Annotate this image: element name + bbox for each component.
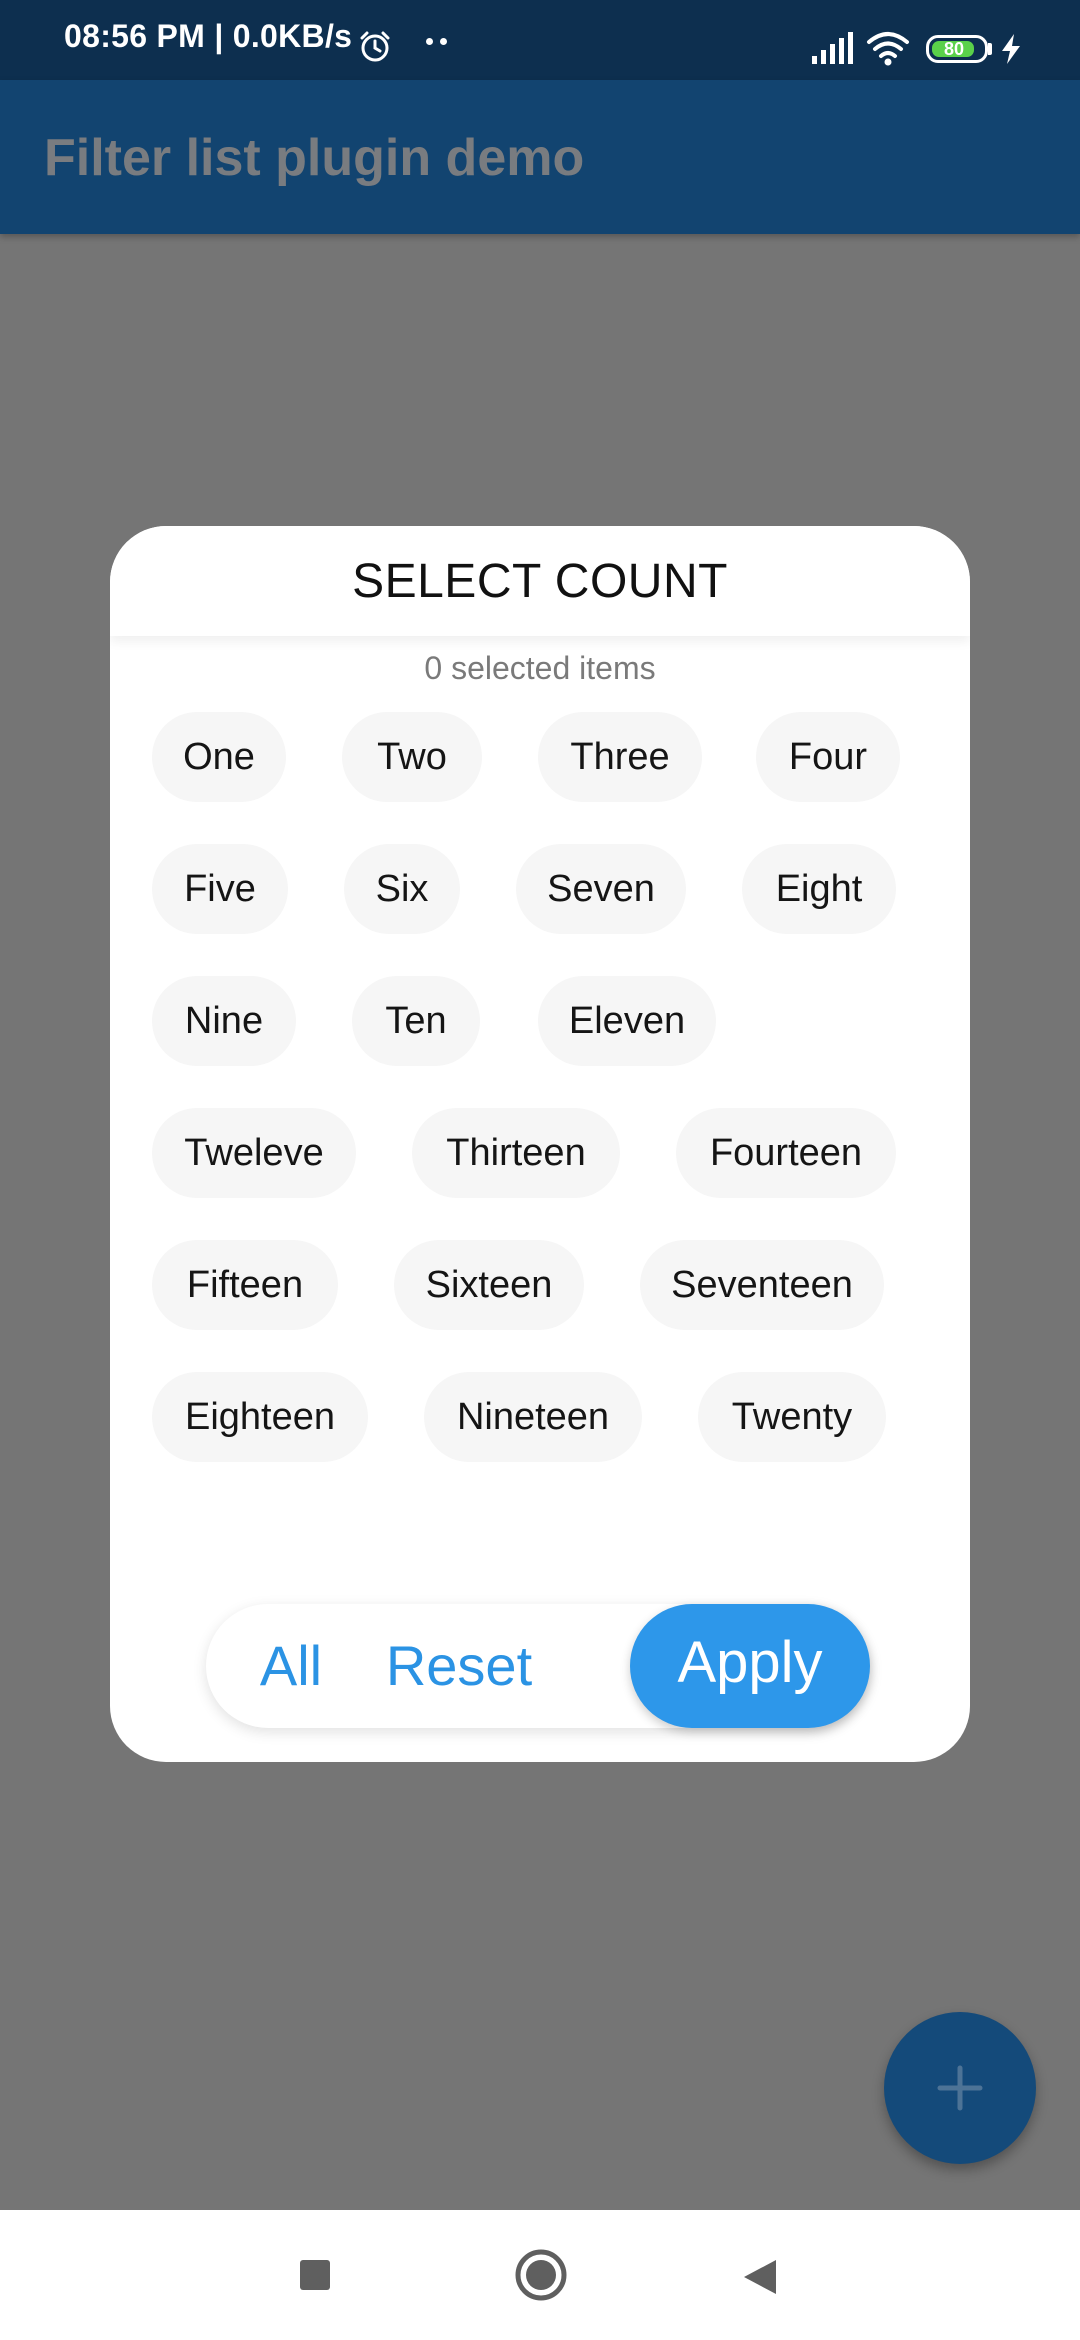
chip-sixteen[interactable]: Sixteen xyxy=(394,1240,584,1330)
back-icon[interactable] xyxy=(742,2258,778,2301)
filter-dialog: SELECT COUNT 0 selected items One Two Th… xyxy=(110,526,970,1762)
dialog-header: SELECT COUNT xyxy=(110,526,970,636)
alarm-icon xyxy=(358,30,392,69)
dialog-title: SELECT COUNT xyxy=(352,555,728,608)
wifi-icon xyxy=(866,30,910,71)
battery-level-text: 80 xyxy=(943,39,965,59)
chip-seven[interactable]: Seven xyxy=(516,844,686,934)
more-dots-icon xyxy=(422,38,454,46)
charging-icon xyxy=(1000,34,1022,69)
select-all-button[interactable]: All xyxy=(246,1604,336,1728)
chip-nineteen[interactable]: Nineteen xyxy=(424,1372,642,1462)
plus-icon xyxy=(932,2060,988,2121)
chip-five[interactable]: Five xyxy=(152,844,288,934)
status-bar: 08:56 PM | 0.0KB/s 80 xyxy=(0,0,1080,80)
apply-button[interactable]: Apply xyxy=(630,1604,870,1728)
screen: 08:56 PM | 0.0KB/s 80 Filter list plugin… xyxy=(0,0,1080,2340)
chip-eighteen[interactable]: Eighteen xyxy=(152,1372,368,1462)
chip-four[interactable]: Four xyxy=(756,712,900,802)
recents-icon[interactable] xyxy=(300,2260,330,2290)
chip-eleven[interactable]: Eleven xyxy=(538,976,716,1066)
system-nav-bar xyxy=(0,2210,1080,2340)
chip-eight[interactable]: Eight xyxy=(742,844,896,934)
chip-fourteen[interactable]: Fourteen xyxy=(676,1108,896,1198)
dialog-action-bar: All Reset Apply xyxy=(206,1604,870,1728)
chip-seventeen[interactable]: Seventeen xyxy=(640,1240,884,1330)
app-bar: Filter list plugin demo xyxy=(0,80,1080,234)
chip-three[interactable]: Three xyxy=(538,712,702,802)
status-time: 08:56 PM | 0.0KB/s xyxy=(64,18,353,54)
home-icon[interactable] xyxy=(514,2248,568,2307)
chip-one[interactable]: One xyxy=(152,712,286,802)
add-fab-button[interactable] xyxy=(884,2012,1036,2164)
chip-thirteen[interactable]: Thirteen xyxy=(412,1108,620,1198)
reset-button[interactable]: Reset xyxy=(384,1604,534,1728)
chip-ten[interactable]: Ten xyxy=(352,976,480,1066)
chip-twenty[interactable]: Twenty xyxy=(698,1372,886,1462)
signal-icon xyxy=(810,32,854,69)
chip-two[interactable]: Two xyxy=(342,712,482,802)
chip-six[interactable]: Six xyxy=(344,844,460,934)
chip-tweleve[interactable]: Tweleve xyxy=(152,1108,356,1198)
page-title: Filter list plugin demo xyxy=(44,129,585,187)
chip-fifteen[interactable]: Fifteen xyxy=(152,1240,338,1330)
battery-terminal xyxy=(988,43,992,55)
chip-nine[interactable]: Nine xyxy=(152,976,296,1066)
battery-icon: 80 xyxy=(926,35,988,63)
selected-count-text: 0 selected items xyxy=(424,650,656,686)
